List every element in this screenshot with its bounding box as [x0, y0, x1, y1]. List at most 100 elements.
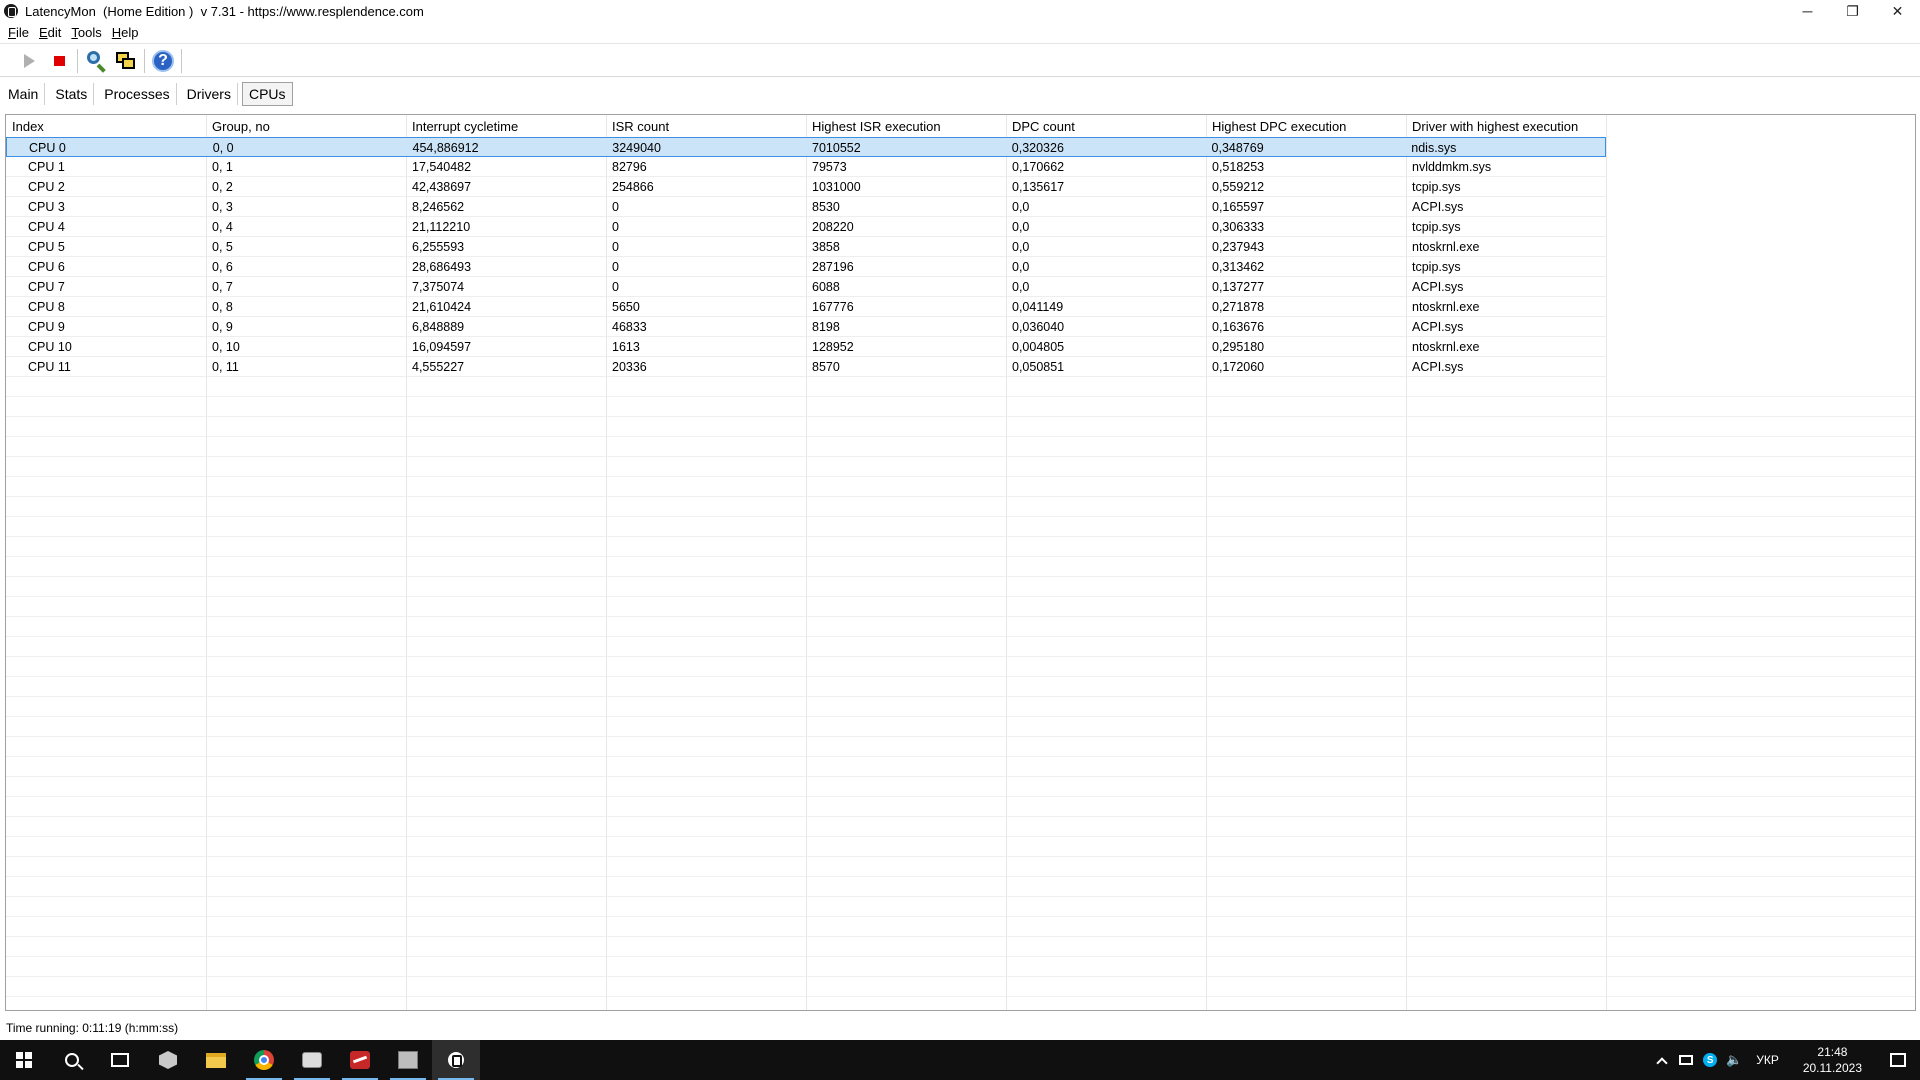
clock-date: 20.11.2023	[1802, 1061, 1862, 1075]
minimize-button[interactable]: ─	[1785, 0, 1830, 22]
tab-cpus[interactable]: CPUs	[241, 82, 293, 106]
table-cell: 8530	[812, 200, 840, 214]
status-bar: Time running: 0:11:19 (h:mm:ss)	[0, 1017, 1920, 1039]
table-cell: 5650	[612, 300, 640, 314]
toolbar-separator	[77, 48, 78, 73]
table-cell: CPU 3	[28, 200, 65, 214]
column-header-interrupt-cycletime[interactable]: Interrupt cycletime	[406, 115, 606, 137]
table-cell: 0,170662	[1012, 160, 1065, 174]
table-cell: 0,313462	[1212, 260, 1265, 274]
cpu-table[interactable]: Index Group, no Interrupt cycletime ISR …	[5, 114, 1916, 1011]
table-row[interactable]: CPU 2 0, 2 42,438697 254866 1031000 0,135617 0…	[6, 177, 1606, 197]
tab-stats[interactable]: Stats	[49, 83, 95, 105]
tray-expand-button[interactable]	[1650, 1040, 1674, 1080]
help-button[interactable]: ?	[148, 47, 178, 75]
table-row[interactable]: CPU 10 0, 10 16,094597 1613 128952 0,004805 0,…	[6, 337, 1606, 357]
table-cell: 0,0	[1012, 220, 1030, 234]
column-header-highest-isr[interactable]: Highest ISR execution	[806, 115, 1006, 137]
table-row[interactable]: CPU 0 0, 0 454,886912 3249040 7010552 0,32032…	[6, 137, 1606, 157]
column-header-isr-count[interactable]: ISR count	[606, 115, 806, 137]
taskbar-app-gray[interactable]	[288, 1040, 336, 1080]
empty-row	[6, 457, 1915, 477]
title-bar: LatencyMon (Home Edition ) v 7.31 - http…	[0, 0, 1920, 22]
task-view-button[interactable]	[96, 1040, 144, 1080]
restore-button[interactable]: ❐	[1830, 0, 1875, 22]
tab-drivers[interactable]: Drivers	[181, 83, 238, 105]
windows-button[interactable]	[111, 47, 141, 75]
network-button[interactable]	[1674, 1040, 1698, 1080]
table-cell: 16,094597	[412, 340, 472, 354]
table-row[interactable]: CPU 4 0, 4 21,112210 0 208220 0,0 0,306333 tcpi…	[6, 217, 1606, 237]
notification-center-icon[interactable]	[1890, 1053, 1906, 1067]
stop-monitor-button[interactable]	[44, 47, 74, 75]
start-monitor-button[interactable]	[14, 47, 44, 75]
table-cell: 0	[612, 220, 619, 234]
column-header-dpc-count[interactable]: DPC count	[1006, 115, 1206, 137]
table-cell: 0,295180	[1212, 340, 1265, 354]
taskbar-app-latencymon[interactable]	[432, 1040, 480, 1080]
table-cell: ntoskrnl.exe	[1412, 240, 1480, 254]
empty-row	[6, 617, 1915, 637]
analyze-button[interactable]	[81, 47, 111, 75]
table-cell: 0	[612, 280, 619, 294]
table-cell: ACPI.sys	[1412, 280, 1464, 294]
column-header-group[interactable]: Group, no	[206, 115, 406, 137]
table-cell: CPU 9	[28, 320, 65, 334]
table-cell: 1613	[612, 340, 640, 354]
skype-tray-button[interactable]: S	[1698, 1040, 1722, 1080]
empty-row	[6, 997, 1915, 1010]
start-button[interactable]	[0, 1040, 48, 1080]
tab-processes[interactable]: Processes	[98, 83, 177, 105]
time-running-text: Time running: 0:11:19 (h:mm:ss)	[6, 1021, 179, 1035]
tab-main[interactable]: Main	[2, 83, 46, 105]
table-cell: 0, 10	[212, 340, 240, 354]
file-explorer-icon	[206, 1052, 226, 1068]
table-cell: 0, 8	[212, 300, 233, 314]
column-header-index[interactable]: Index	[6, 115, 206, 137]
table-cell: ACPI.sys	[1412, 200, 1464, 214]
table-cell: 0,559212	[1212, 180, 1265, 194]
menu-help[interactable]: Help	[112, 25, 139, 40]
stop-icon	[53, 55, 65, 66]
start-icon	[16, 1052, 32, 1068]
taskbar-app-chrome[interactable]	[240, 1040, 288, 1080]
taskbar-app-box[interactable]	[384, 1040, 432, 1080]
menu-tools[interactable]: Tools	[71, 25, 101, 40]
table-cell: 0, 0	[212, 141, 234, 155]
table-cell: 0,050851	[1012, 360, 1065, 374]
table-cell: 79573	[812, 160, 847, 174]
table-row[interactable]: CPU 9 0, 9 6,848889 46833 8198 0,036040 0,1636…	[6, 317, 1606, 337]
chrome-icon	[254, 1050, 274, 1070]
table-cell: 0,137277	[1212, 280, 1265, 294]
taskbar-app-cube[interactable]	[144, 1040, 192, 1080]
table-row[interactable]: CPU 8 0, 8 21,610424 5650 167776 0,041149 0,27…	[6, 297, 1606, 317]
empty-row	[6, 577, 1915, 597]
table-row[interactable]: CPU 3 0, 3 8,246562 0 8530 0,0 0,165597 ACPI.sy…	[6, 197, 1606, 217]
search-button[interactable]	[48, 1040, 96, 1080]
table-cell: 0, 4	[212, 220, 233, 234]
table-row[interactable]: CPU 6 0, 6 28,686493 0 287196 0,0 0,313462 tcpi…	[6, 257, 1606, 277]
empty-row	[6, 477, 1915, 497]
table-cell: CPU 7	[28, 280, 65, 294]
taskbar-app-file-explorer[interactable]	[192, 1040, 240, 1080]
task-view-icon	[111, 1053, 129, 1067]
table-cell: 0, 3	[212, 200, 233, 214]
taskbar-app-red[interactable]	[336, 1040, 384, 1080]
table-row[interactable]: CPU 5 0, 5 6,255593 0 3858 0,0 0,237943 ntoskrn…	[6, 237, 1606, 257]
close-button[interactable]: ✕	[1875, 0, 1920, 22]
column-header-highest-dpc[interactable]: Highest DPC execution	[1206, 115, 1406, 137]
table-row[interactable]: CPU 11 0, 11 4,555227 20336 8570 0,050851 0,17…	[6, 357, 1606, 377]
menu-edit[interactable]: Edit	[39, 25, 61, 40]
volume-button[interactable]: 🔈	[1722, 1040, 1746, 1080]
empty-row	[6, 517, 1915, 537]
clock-time: 21:48	[1817, 1045, 1848, 1059]
table-cell: 8,246562	[412, 200, 465, 214]
table-row[interactable]: CPU 1 0, 1 17,540482 82796 79573 0,170662 0,51…	[6, 157, 1606, 177]
magnify-icon	[85, 50, 107, 73]
table-row[interactable]: CPU 7 0, 7 7,375074 0 6088 0,0 0,137277 ACPI.sy…	[6, 277, 1606, 297]
clock[interactable]: 21:48 20.11.2023	[1789, 1044, 1876, 1076]
menu-file[interactable]: File	[8, 25, 29, 40]
language-indicator[interactable]: УКР	[1746, 1053, 1789, 1067]
column-header-driver[interactable]: Driver with highest execution	[1406, 115, 1606, 137]
empty-row	[6, 537, 1915, 557]
